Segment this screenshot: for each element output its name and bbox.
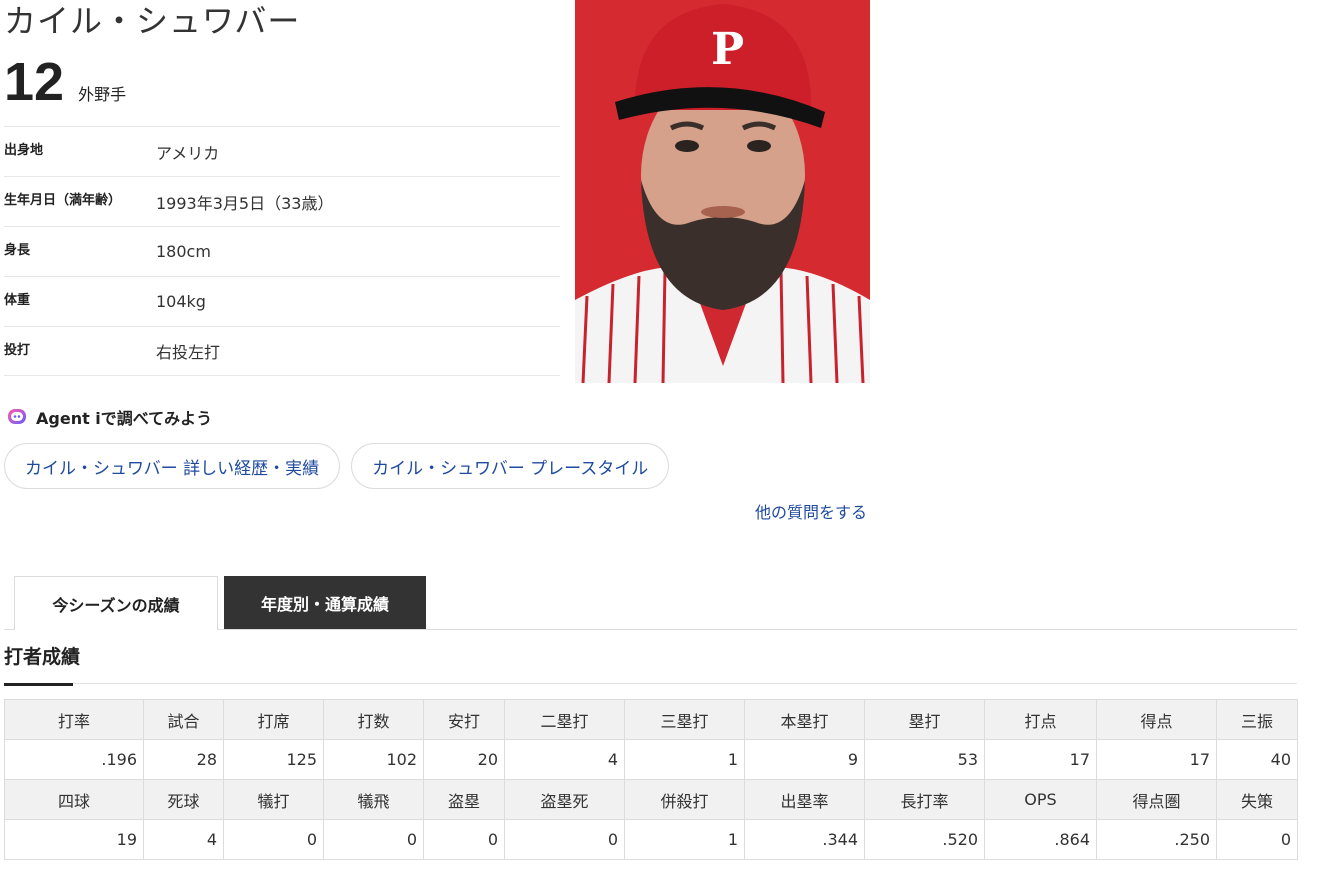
stats-header-cell: 盗塁 bbox=[423, 779, 505, 820]
stats-value-cell: 4 bbox=[504, 739, 625, 780]
stats-header-cell: 盗塁死 bbox=[504, 779, 625, 820]
stats-value-cell: 0 bbox=[504, 819, 625, 860]
stats-value-cell: 17 bbox=[984, 739, 1097, 780]
tab-this-season[interactable]: 今シーズンの成績 bbox=[14, 576, 218, 630]
stats-value-cell: .250 bbox=[1096, 819, 1217, 860]
stats-value-cell: 0 bbox=[223, 819, 324, 860]
stats-header-cell: 打席 bbox=[223, 699, 324, 740]
stats-header-cell: 塁打 bbox=[864, 699, 985, 740]
stats-value-cell: 1 bbox=[624, 739, 745, 780]
stats-header-cell: 試合 bbox=[143, 699, 224, 740]
stats-value-cell: 19 bbox=[4, 819, 144, 860]
svg-text:P: P bbox=[711, 24, 744, 75]
player-position: 外野手 bbox=[78, 85, 127, 104]
player-name: カイル・シュワバー bbox=[4, 2, 301, 40]
stats-value-cell: 20 bbox=[423, 739, 505, 780]
stats-header-cell: 犠飛 bbox=[323, 779, 424, 820]
agent-suggestions: カイル・シュワバー 詳しい経歴・実績 カイル・シュワバー プレースタイル bbox=[4, 443, 680, 489]
stats-header-cell: 死球 bbox=[143, 779, 224, 820]
stats-tabs: 今シーズンの成績 年度別・通算成績 bbox=[14, 576, 426, 630]
stats-header-cell: 失策 bbox=[1216, 779, 1298, 820]
suggestion-chip-playstyle[interactable]: カイル・シュワバー プレースタイル bbox=[351, 443, 670, 489]
profile-label: 出身地 bbox=[4, 143, 44, 158]
stats-value-cell: 125 bbox=[223, 739, 324, 780]
stats-value-cell: 40 bbox=[1216, 739, 1298, 780]
stats-header-cell: 四球 bbox=[4, 779, 144, 820]
stats-value-cell: 53 bbox=[864, 739, 985, 780]
stats-header-cell: 打率 bbox=[4, 699, 144, 740]
stats-header-cell: OPS bbox=[984, 779, 1097, 820]
player-photo: P bbox=[575, 0, 870, 383]
stats-value-cell: 0 bbox=[1216, 819, 1298, 860]
stats-value-cell: 4 bbox=[143, 819, 224, 860]
profile-label: 身長 bbox=[4, 243, 31, 258]
profile-value: アメリカ bbox=[156, 143, 220, 163]
stats-value-cell: 102 bbox=[323, 739, 424, 780]
profile-row-bats-throws: 投打 右投左打 bbox=[4, 326, 560, 376]
stats-header-row: 四球 死球 犠打 犠飛 盗塁 盗塁死 併殺打 出塁率 長打率 OPS 得点圏 失… bbox=[4, 779, 1298, 820]
stats-header-cell: 打数 bbox=[323, 699, 424, 740]
section-title: 打者成績 bbox=[4, 646, 81, 668]
agent-ai-icon bbox=[8, 409, 26, 424]
suggestion-chip-career[interactable]: カイル・シュワバー 詳しい経歴・実績 bbox=[4, 443, 341, 489]
profile-table: 出身地 アメリカ 生年月日（満年齢） 1993年3月5日（33歳） 身長 180… bbox=[4, 126, 560, 376]
stats-header-cell: 得点圏 bbox=[1096, 779, 1217, 820]
stats-header-cell: 犠打 bbox=[223, 779, 324, 820]
section-divider bbox=[4, 683, 1297, 684]
stats-header-cell: 本塁打 bbox=[744, 699, 865, 740]
stats-value-cell: 17 bbox=[1096, 739, 1217, 780]
profile-row-weight: 体重 104kg bbox=[4, 276, 560, 326]
profile-value: 104kg bbox=[156, 292, 206, 311]
stats-header-cell: 得点 bbox=[1096, 699, 1217, 740]
stats-header-cell: 打点 bbox=[984, 699, 1097, 740]
ask-more-link[interactable]: 他の質問をする bbox=[755, 499, 867, 523]
stats-value-cell: .520 bbox=[864, 819, 985, 860]
profile-value: 右投左打 bbox=[156, 343, 221, 362]
section-accent-bar bbox=[4, 683, 73, 686]
profile-value: 180cm bbox=[156, 242, 211, 261]
stats-value-cell: 0 bbox=[423, 819, 505, 860]
tab-yearly-career[interactable]: 年度別・通算成績 bbox=[224, 576, 426, 629]
agent-header: Agent iで調べてみよう bbox=[6, 405, 212, 429]
stats-header-cell: 二塁打 bbox=[504, 699, 625, 740]
profile-label: 生年月日（満年齢） bbox=[4, 193, 122, 208]
profile-value: 1993年3月5日（33歳） bbox=[156, 193, 334, 213]
stats-header-cell: 三振 bbox=[1216, 699, 1298, 740]
stats-value-cell: .344 bbox=[744, 819, 865, 860]
stats-value-cell: .864 bbox=[984, 819, 1097, 860]
batting-stats-table: 打率 試合 打席 打数 安打 二塁打 三塁打 本塁打 塁打 打点 得点 三振 .… bbox=[4, 699, 1298, 860]
profile-row-birthdate: 生年月日（満年齢） 1993年3月5日（33歳） bbox=[4, 176, 560, 226]
stats-header-cell: 併殺打 bbox=[624, 779, 745, 820]
stats-header-row: 打率 試合 打席 打数 安打 二塁打 三塁打 本塁打 塁打 打点 得点 三振 bbox=[4, 699, 1298, 740]
profile-row-birthplace: 出身地 アメリカ bbox=[4, 126, 560, 176]
profile-label: 体重 bbox=[4, 293, 31, 308]
profile-row-height: 身長 180cm bbox=[4, 226, 560, 276]
uniform-number: 12 bbox=[4, 52, 65, 112]
stats-value-cell: 1 bbox=[624, 819, 745, 860]
stats-value-cell: 0 bbox=[323, 819, 424, 860]
stats-header-cell: 長打率 bbox=[864, 779, 985, 820]
stats-value-cell: .196 bbox=[4, 739, 144, 780]
number-row: 12 外野手 bbox=[4, 54, 126, 110]
stats-value-row: .196 28 125 102 20 4 1 9 53 17 17 40 bbox=[4, 739, 1298, 780]
stats-header-cell: 安打 bbox=[423, 699, 505, 740]
stats-value-row: 19 4 0 0 0 0 1 .344 .520 .864 .250 0 bbox=[4, 819, 1298, 860]
profile-label: 投打 bbox=[4, 342, 31, 358]
stats-value-cell: 9 bbox=[744, 739, 865, 780]
player-photo-illustration: P bbox=[575, 0, 870, 383]
agent-title: Agent iで調べてみよう bbox=[36, 409, 213, 428]
stats-header-cell: 出塁率 bbox=[744, 779, 865, 820]
stats-header-cell: 三塁打 bbox=[624, 699, 745, 740]
stats-value-cell: 28 bbox=[143, 739, 224, 780]
